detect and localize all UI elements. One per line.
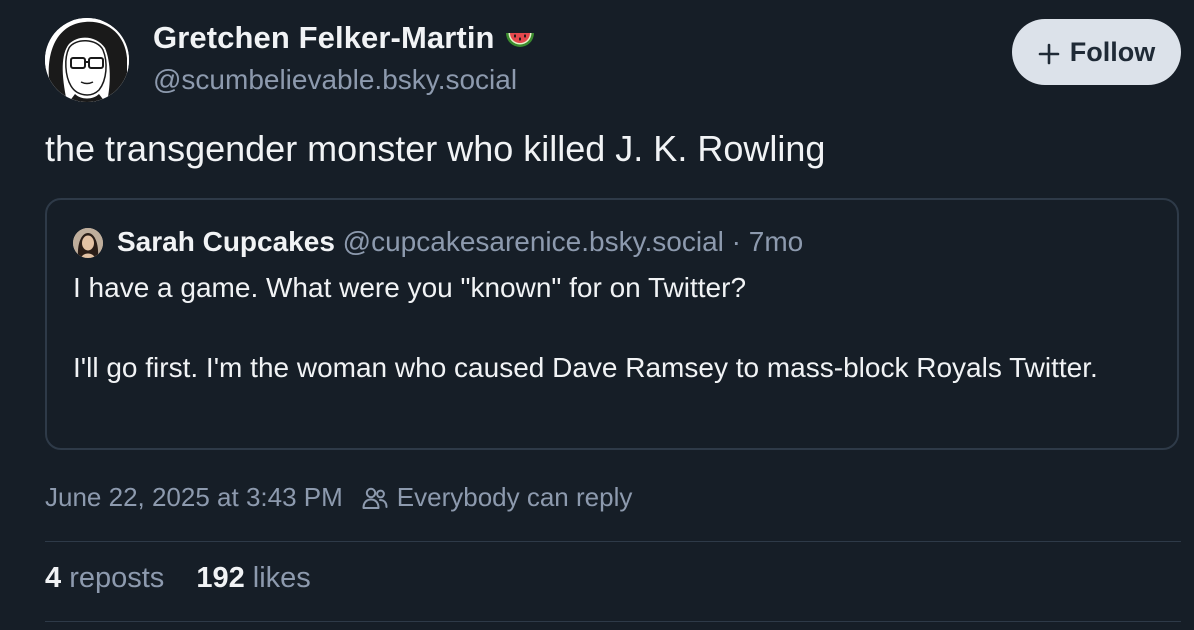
watermelon-icon: [503, 21, 537, 55]
quoted-author-avatar[interactable]: [73, 228, 103, 258]
quoted-post[interactable]: Sarah Cupcakes @cupcakesarenice.bsky.soc…: [45, 198, 1179, 450]
quoted-author-handle[interactable]: @cupcakesarenice.bsky.social: [343, 226, 724, 257]
post-meta: June 22, 2025 at 3:43 PM Everybody can r…: [45, 482, 632, 513]
author-name-text: Gretchen Felker-Martin: [153, 20, 495, 55]
quoted-paragraph: I have a game. What were you "known" for…: [73, 272, 747, 303]
plus-icon: [1038, 41, 1060, 65]
likes-count: 192: [196, 562, 245, 594]
separator-dot: ·: [731, 226, 741, 257]
reposts-stat[interactable]: 4 reposts: [45, 562, 164, 595]
post-stats: 4 reposts 192 likes: [45, 562, 311, 595]
author-avatar[interactable]: [45, 18, 129, 102]
people-icon: [362, 487, 388, 509]
post-text: the transgender monster who killed J. K.…: [45, 128, 826, 169]
quoted-paragraph: I'll go first. I'm the woman who caused …: [73, 352, 1098, 383]
quoted-post-age[interactable]: 7mo: [749, 226, 803, 257]
likes-label: likes: [252, 562, 311, 594]
reply-setting-label: Everybody can reply: [396, 482, 633, 512]
quoted-post-header: Sarah Cupcakes @cupcakesarenice.bsky.soc…: [117, 226, 803, 258]
divider: [45, 621, 1181, 622]
reposts-label: reposts: [69, 562, 165, 594]
post-timestamp: June 22, 2025 at 3:43 PM: [45, 482, 343, 512]
post-card: Gretchen Felker-Martin @scumbelievable.b…: [0, 0, 1194, 630]
reposts-count: 4: [45, 562, 62, 594]
likes-stat[interactable]: 192 likes: [196, 562, 310, 595]
author-handle[interactable]: @scumbelievable.bsky.social: [153, 64, 517, 96]
follow-button-label: Follow: [1069, 36, 1156, 67]
follow-button[interactable]: Follow: [1012, 19, 1181, 85]
reply-setting: Everybody can reply: [361, 482, 633, 513]
divider: [45, 541, 1181, 542]
author-name[interactable]: Gretchen Felker-Martin: [153, 20, 537, 56]
quoted-author-name[interactable]: Sarah Cupcakes: [117, 226, 335, 257]
quoted-post-text: I have a game. What were you "known" for…: [73, 268, 1153, 388]
